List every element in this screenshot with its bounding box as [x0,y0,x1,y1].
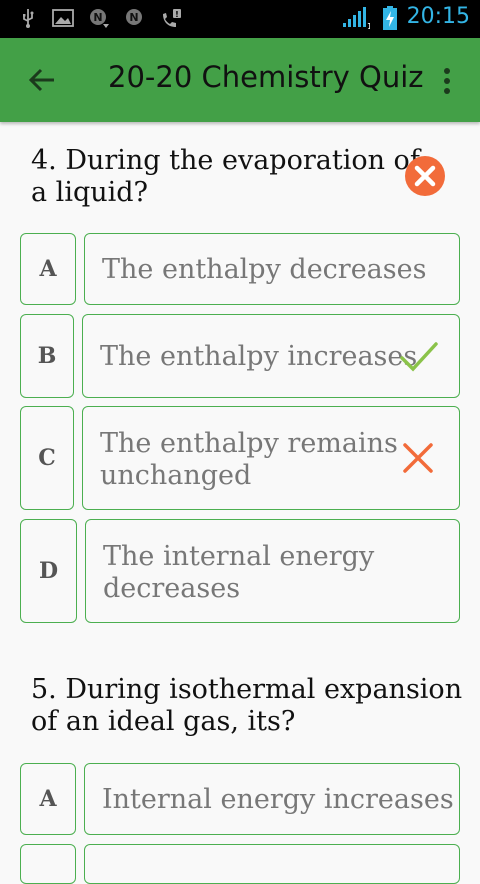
check-icon [399,339,439,379]
notification-n-icon: N [88,8,110,28]
option-letter[interactable]: A [20,233,76,305]
option-letter[interactable]: D [20,519,77,623]
svg-text:1: 1 [367,22,370,29]
app-bar: 20-20 Chemistry Quiz [0,38,480,122]
svg-text:N: N [93,11,102,24]
answer-line: The internal energy [103,541,375,572]
answer-option-a[interactable]: The enthalpy decreases [84,233,460,305]
missed-call-icon: ! [160,8,182,28]
status-bar: N N ! 1 20:15 [0,0,480,38]
clock: 20:15 [406,4,470,29]
notification-n-icon: N [124,8,146,28]
answer-line: unchanged [100,460,252,491]
question-line: a liquid? [31,177,149,208]
answer-option-c[interactable]: The enthalpy remains unchanged [82,406,460,510]
cross-icon [401,441,435,479]
option-letter[interactable] [20,844,76,884]
image-icon [52,8,74,28]
answer-text: The enthalpy increases [100,341,418,372]
answer-text: The internal energy decreases [103,541,374,605]
answer-option-b[interactable] [84,844,460,884]
option-letter[interactable]: A [20,763,76,835]
answer-line: decreases [103,573,241,604]
app-title: 20-20 Chemistry Quiz [108,60,424,94]
question-line: of an ideal gas, its? [31,706,296,737]
svg-text:!: ! [175,10,179,19]
svg-text:N: N [129,11,138,24]
answer-text: The enthalpy decreases [102,254,427,285]
answer-option-a[interactable]: Internal energy increases [84,763,460,835]
more-vertical-icon[interactable] [436,66,458,96]
answer-text: The enthalpy remains unchanged [100,428,398,492]
answer-option-b[interactable]: The enthalpy increases [82,314,460,398]
question-text: 5. During isothermal expansion of an ide… [31,674,462,738]
answer-option-d[interactable]: The internal energy decreases [85,519,460,623]
question-text: 4. During the evaporation of a liquid? [31,145,420,209]
usb-icon [20,8,36,28]
question-line: 5. During isothermal expansion [31,674,463,705]
option-letter[interactable]: B [20,314,74,398]
question-line: 4. During the evaporation of [31,145,420,176]
signal-icon: 1 [342,7,370,29]
answer-text: Internal energy increases [102,784,454,815]
arrow-left-icon[interactable] [26,64,58,96]
wrong-answer-icon [404,155,446,197]
answer-line: The enthalpy remains [100,428,398,459]
battery-charging-icon [382,6,398,30]
option-letter[interactable]: C [20,406,74,510]
